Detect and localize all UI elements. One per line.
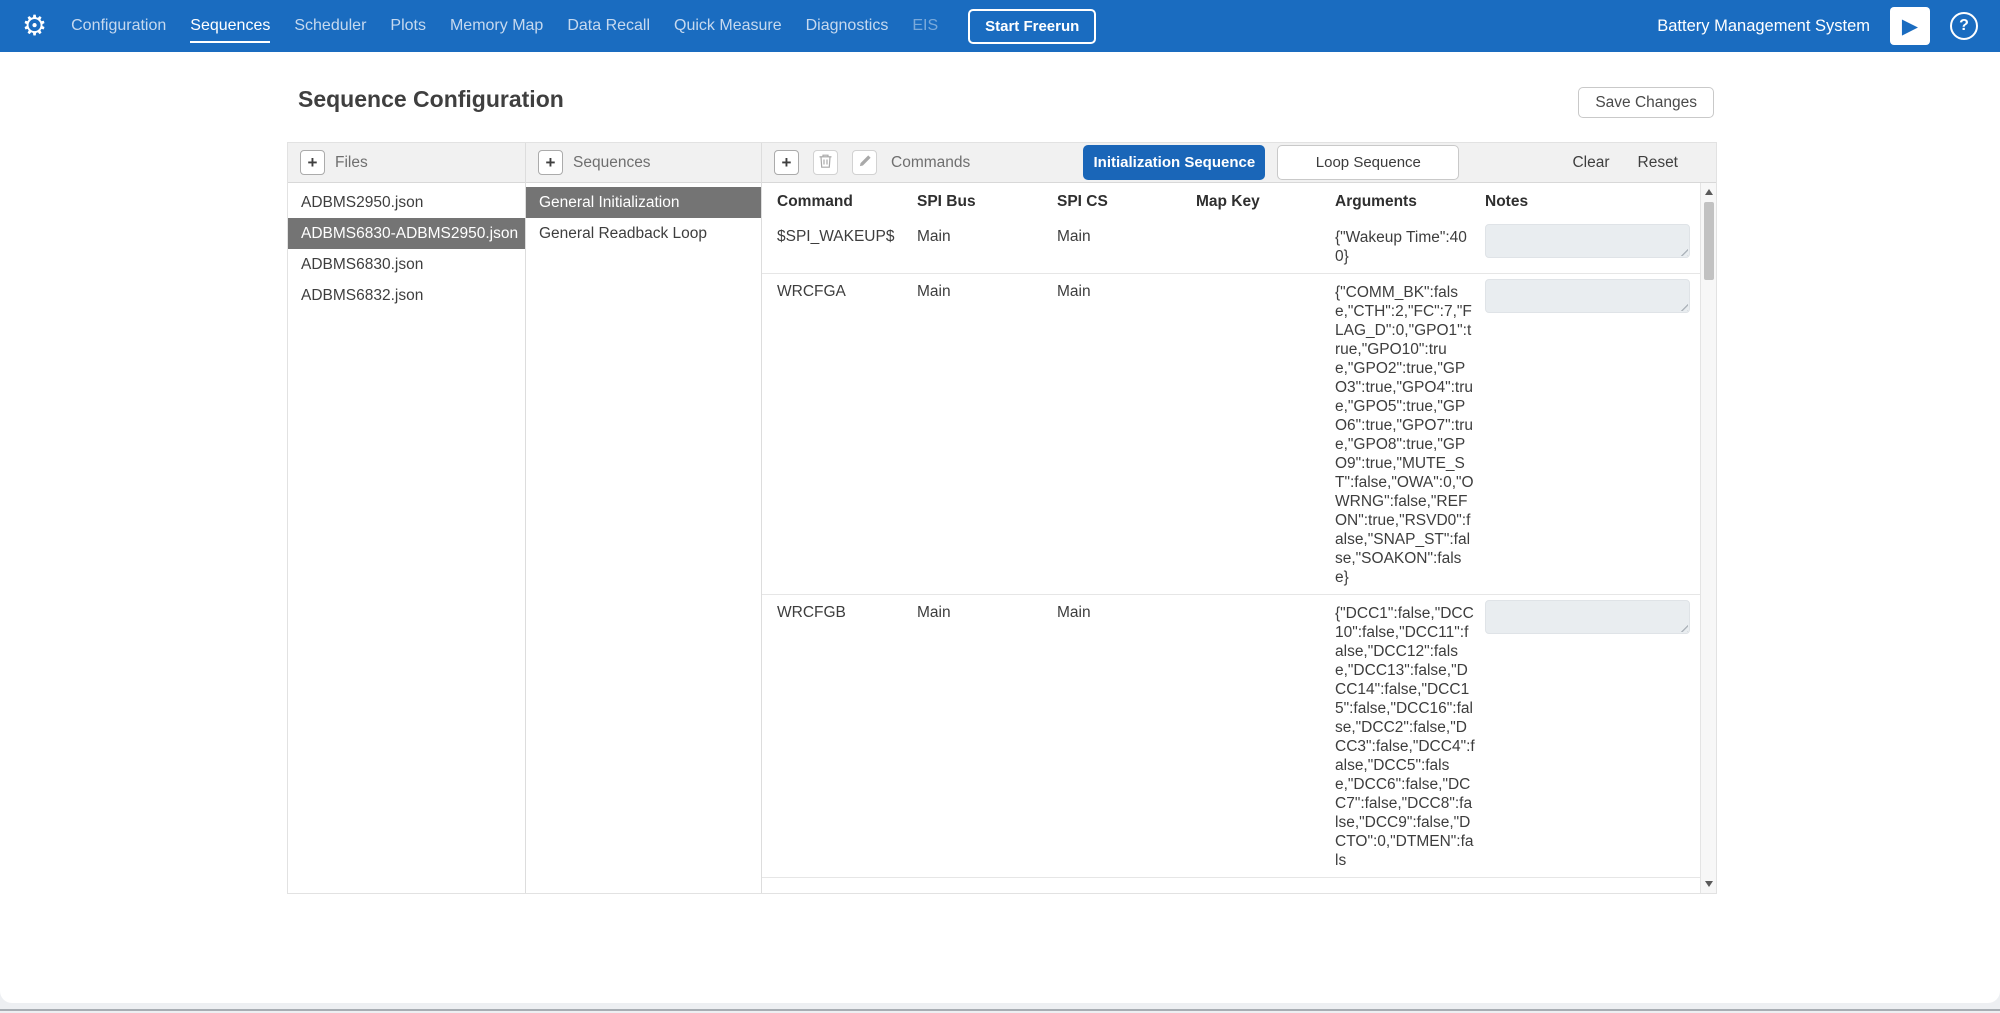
nav-item-memory-map[interactable]: Memory Map [438, 0, 555, 52]
command-cell: WRCFGA [777, 274, 917, 594]
sequences-panel: + Sequences General InitializationGenera… [526, 143, 762, 893]
scroll-down-arrow-icon[interactable] [1705, 881, 1713, 887]
sequences-panel-header: + Sequences [526, 143, 761, 183]
panels-container: + Files ADBMS2950.jsonADBMS6830-ADBMS295… [287, 142, 1717, 894]
edit-command-button[interactable] [852, 150, 877, 175]
commands-panel-header: + Commands Initialization SequenceLo [762, 143, 1716, 183]
file-item[interactable]: ADBMS6832.json [288, 280, 525, 311]
resize-handle-icon[interactable] [1678, 622, 1688, 632]
save-changes-button[interactable]: Save Changes [1578, 87, 1714, 118]
top-navbar: ⚙ ConfigurationSequencesSchedulerPlotsMe… [0, 0, 2000, 52]
add-sequence-button[interactable]: + [538, 150, 563, 175]
spi-cs-cell: Main [1057, 595, 1196, 877]
nav-item-configuration[interactable]: Configuration [59, 0, 178, 52]
gear-icon[interactable]: ⚙ [22, 12, 47, 40]
vertical-scrollbar[interactable] [1700, 183, 1716, 893]
nav-item-sequences[interactable]: Sequences [178, 0, 282, 52]
notes-cell [1485, 274, 1700, 594]
nav-item-data-recall[interactable]: Data Recall [555, 0, 662, 52]
scroll-up-arrow-icon[interactable] [1705, 189, 1713, 195]
sequences-list: General InitializationGeneral Readback L… [526, 183, 761, 893]
nav-item-quick-measure[interactable]: Quick Measure [662, 0, 794, 52]
nav-item-diagnostics[interactable]: Diagnostics [794, 0, 901, 52]
add-command-button[interactable]: + [774, 150, 799, 175]
start-freerun-button[interactable]: Start Freerun [968, 9, 1096, 44]
column-header: Arguments [1335, 193, 1485, 211]
main-content: Sequence Configuration Save Changes + Fi… [0, 52, 2000, 1003]
files-panel: + Files ADBMS2950.jsonADBMS6830-ADBMS295… [288, 143, 526, 893]
sequence-item[interactable]: General Initialization [526, 187, 761, 218]
files-panel-header: + Files [288, 143, 525, 183]
commands-toolbar: + Commands [774, 150, 970, 175]
files-list: ADBMS2950.jsonADBMS6830-ADBMS2950.jsonAD… [288, 183, 525, 893]
pencil-icon [858, 154, 872, 171]
resize-handle-icon[interactable] [1678, 301, 1688, 311]
file-item[interactable]: ADBMS2950.json [288, 187, 525, 218]
commands-table-header: CommandSPI BusSPI CSMap KeyArgumentsNote… [762, 183, 1700, 219]
notes-cell [1485, 595, 1700, 877]
navbar-right: Battery Management System ▶ ? [1657, 7, 1978, 45]
spi-cs-cell: Main [1057, 219, 1196, 273]
command-cell: WRCFGB [777, 595, 917, 877]
tab-initialization-sequence[interactable]: Initialization Sequence [1083, 145, 1265, 180]
column-header: Notes [1485, 193, 1700, 211]
commands-actions: Clear Reset [1572, 154, 1704, 172]
brand-title: Battery Management System [1657, 17, 1870, 36]
file-item[interactable]: ADBMS6830.json [288, 249, 525, 280]
nav-items: ConfigurationSequencesSchedulerPlotsMemo… [59, 0, 950, 52]
commands-table: CommandSPI BusSPI CSMap KeyArgumentsNote… [762, 183, 1716, 893]
page-title: Sequence Configuration [298, 86, 564, 113]
files-panel-title: Files [335, 154, 368, 172]
arguments-cell: {"Wakeup Time":400} [1335, 219, 1485, 273]
map-key-cell [1196, 219, 1335, 273]
spi-bus-cell: Main [917, 274, 1057, 594]
table-row: WRCFGA Main Main {"COMM_BK":false,"CTH":… [762, 274, 1700, 595]
scrollbar-thumb[interactable] [1704, 202, 1714, 280]
arguments-cell: {"COMM_BK":false,"CTH":2,"FC":7,"FLAG_D"… [1335, 274, 1485, 594]
trash-icon [818, 153, 833, 172]
nav-item-scheduler[interactable]: Scheduler [282, 0, 378, 52]
window-bottom-edge [0, 1009, 2000, 1011]
command-cell: $SPI_WAKEUP$ [777, 219, 917, 273]
map-key-cell [1196, 595, 1335, 877]
spi-bus-cell: Main [917, 595, 1057, 877]
plus-icon: + [782, 154, 792, 171]
table-row: WRCFGB Main Main {"DCC1":false,"DCC10":f… [762, 595, 1700, 878]
spi-bus-cell: Main [917, 219, 1057, 273]
play-button[interactable]: ▶ [1890, 7, 1930, 45]
file-item[interactable]: ADBMS6830-ADBMS2950.json [288, 218, 525, 249]
notes-input[interactable] [1485, 224, 1690, 258]
sequence-item[interactable]: General Readback Loop [526, 218, 761, 249]
help-button[interactable]: ? [1950, 12, 1978, 40]
plus-icon: + [546, 154, 556, 171]
add-file-button[interactable]: + [300, 150, 325, 175]
play-icon: ▶ [1902, 16, 1918, 37]
map-key-cell [1196, 274, 1335, 594]
commands-panel: + Commands Initialization SequenceLo [762, 143, 1716, 893]
plus-icon: + [308, 154, 318, 171]
notes-cell [1485, 219, 1700, 273]
sequence-tabs: Initialization Sequence Loop Sequence [980, 145, 1562, 180]
column-header: SPI CS [1057, 193, 1196, 211]
resize-handle-icon[interactable] [1678, 246, 1688, 256]
column-header: SPI Bus [917, 193, 1057, 211]
reset-link[interactable]: Reset [1638, 154, 1679, 172]
arguments-cell: {"DCC1":false,"DCC10":false,"DCC11":fals… [1335, 595, 1485, 877]
commands-table-body: $SPI_WAKEUP$ Main Main {"Wakeup Time":40… [762, 219, 1700, 878]
notes-input[interactable] [1485, 600, 1690, 634]
nav-item-eis: EIS [900, 0, 950, 52]
table-row: $SPI_WAKEUP$ Main Main {"Wakeup Time":40… [762, 219, 1700, 274]
column-header: Command [777, 193, 917, 211]
clear-link[interactable]: Clear [1572, 154, 1609, 172]
sequences-panel-title: Sequences [573, 154, 651, 172]
commands-panel-title: Commands [891, 154, 970, 172]
nav-item-plots[interactable]: Plots [378, 0, 438, 52]
spi-cs-cell: Main [1057, 274, 1196, 594]
notes-input[interactable] [1485, 279, 1690, 313]
delete-command-button[interactable] [813, 150, 838, 175]
column-header: Map Key [1196, 193, 1335, 211]
tab-loop-sequence[interactable]: Loop Sequence [1277, 145, 1459, 180]
